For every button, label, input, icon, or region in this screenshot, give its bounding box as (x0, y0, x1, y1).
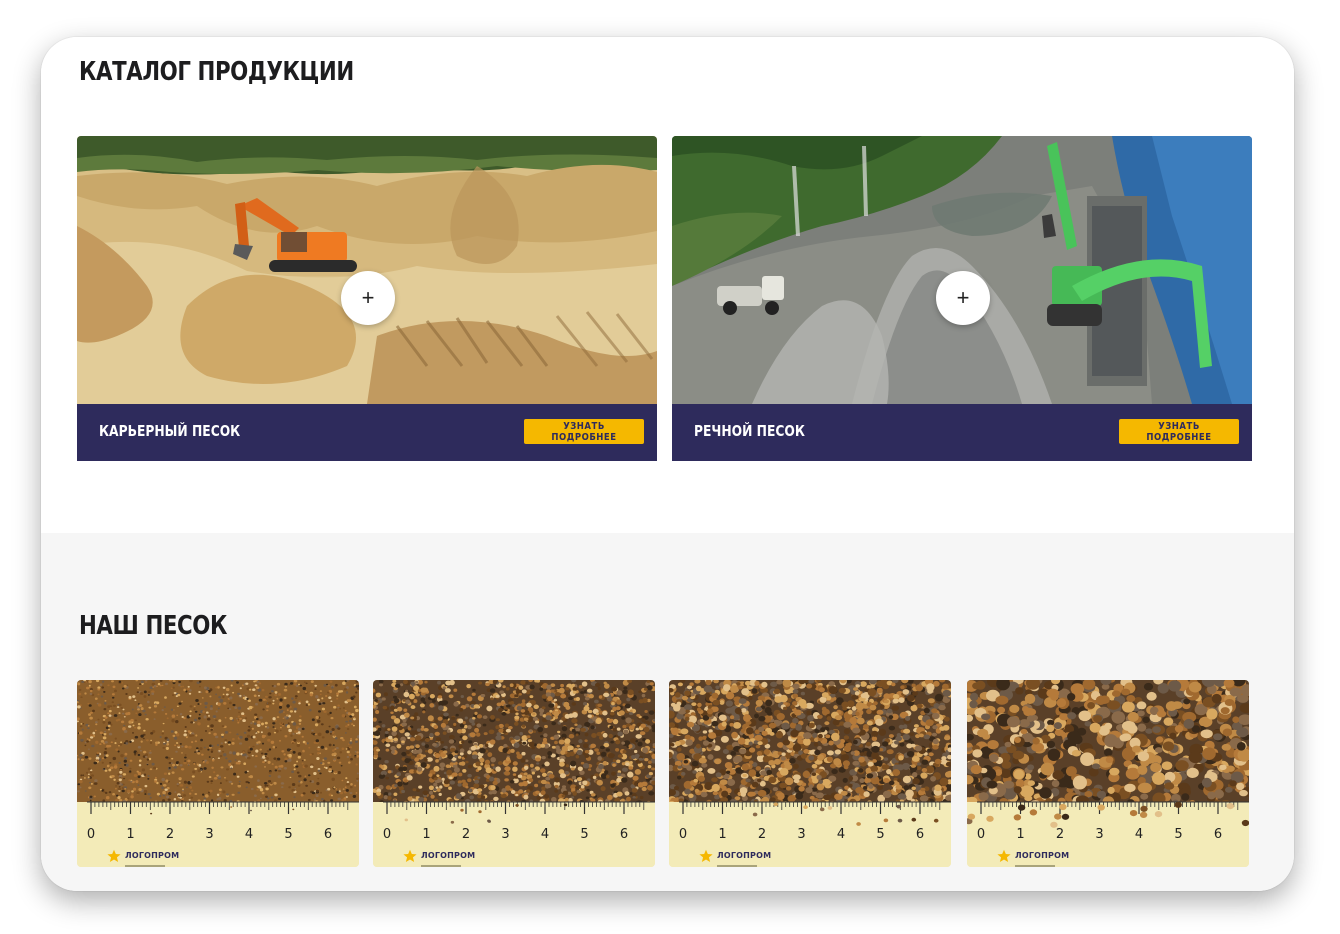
ruler-label: 5 (876, 827, 884, 842)
river-card-name: РЕЧНОЙ ПЕСОК (694, 422, 805, 440)
ruler-label: 6 (916, 827, 924, 842)
ruler-label: 1 (718, 827, 726, 842)
plus-icon: + (361, 285, 375, 310)
star-logo-icon (699, 849, 713, 863)
ruler-label: 5 (580, 827, 588, 842)
product-card-quarry-sand[interactable]: + КАРЬЕРНЫЙ ПЕСОК УЗНАТЬ ПОДРОБНЕЕ (77, 136, 657, 461)
ruler-label: 3 (501, 827, 509, 842)
ruler-label: 2 (1056, 827, 1064, 842)
quarry-more-label: УЗНАТЬ ПОДРОБНЕЕ (551, 420, 617, 443)
ruler-label: 0 (383, 827, 391, 842)
ruler-label: 1 (1016, 827, 1024, 842)
plus-icon: + (956, 285, 970, 310)
quarry-photo: + (77, 136, 657, 404)
catalog-section: КАТАЛОГ ПРОДУКЦИИ + КАРЬЕРНЫЙ ПЕСОК УЗНА… (41, 37, 1294, 533)
ruler-label: 6 (620, 827, 628, 842)
river-photo: + (672, 136, 1252, 404)
ruler-label: 4 (541, 827, 549, 842)
brand-logo: ЛОГОПРОМ (997, 845, 1069, 867)
ruler-label: 4 (837, 827, 845, 842)
ruler-label: 1 (422, 827, 430, 842)
quarry-card-name: КАРЬЕРНЫЙ ПЕСОК (99, 422, 241, 440)
quarry-more-button[interactable]: УЗНАТЬ ПОДРОБНЕЕ (524, 419, 644, 444)
sand-sample-image: 0 1 2 3 4 5 6 (77, 680, 359, 867)
brand-logo: ЛОГОПРОМ (403, 845, 475, 867)
ruler-label: 2 (166, 827, 174, 842)
star-logo-icon (997, 849, 1011, 863)
ruler-label: 0 (977, 827, 985, 842)
sand-sample-image: 0 1 2 3 4 5 6 (669, 680, 951, 867)
sand-sample-image: 0 1 2 3 4 5 6 (373, 680, 655, 867)
brand-name: ЛОГОПРОМ (1015, 851, 1070, 860)
quarry-card-bar: КАРЬЕРНЫЙ ПЕСОК УЗНАТЬ ПОДРОБНЕЕ (77, 404, 657, 461)
ruler-label: 0 (679, 827, 687, 842)
expand-quarry-button[interactable]: + (341, 271, 395, 325)
ruler-label: 6 (1214, 827, 1222, 842)
ruler-label: 3 (797, 827, 805, 842)
ruler-label: 4 (1135, 827, 1143, 842)
ruler-label: 2 (462, 827, 470, 842)
product-card-river-sand[interactable]: + РЕЧНОЙ ПЕСОК УЗНАТЬ ПОДРОБНЕЕ (672, 136, 1252, 461)
ruler-label: 5 (1174, 827, 1182, 842)
river-more-button[interactable]: УЗНАТЬ ПОДРОБНЕЕ (1119, 419, 1239, 444)
ruler-label: 3 (205, 827, 213, 842)
star-logo-icon (403, 849, 417, 863)
ruler-label: 4 (245, 827, 253, 842)
catalog-title: КАТАЛОГ ПРОДУКЦИИ (79, 57, 354, 87)
brand-name: ЛОГОПРОМ (717, 851, 772, 860)
sand-sample-gravel[interactable]: 0 1 2 3 4 5 6 ЛОГОПРОМ (967, 680, 1249, 867)
page-frame: КАТАЛОГ ПРОДУКЦИИ + КАРЬЕРНЫЙ ПЕСОК УЗНА… (41, 37, 1294, 891)
brand-logo: ЛОГОПРОМ (107, 845, 179, 867)
sand-sample-coarse[interactable]: 0 1 2 3 4 5 6 ЛОГОПРОМ (669, 680, 951, 867)
sand-sample-medium[interactable]: 0 1 2 3 4 5 6 ЛОГОПРОМ (373, 680, 655, 867)
river-more-label: УЗНАТЬ ПОДРОБНЕЕ (1146, 420, 1212, 443)
star-logo-icon (107, 849, 121, 863)
sand-sample-image: 0 1 2 3 4 5 6 (967, 680, 1249, 867)
brand-name: ЛОГОПРОМ (421, 851, 476, 860)
brand-logo: ЛОГОПРОМ (699, 845, 771, 867)
ruler-label: 5 (284, 827, 292, 842)
sand-sample-fine[interactable]: 0 1 2 3 4 5 6 ЛОГОПРОМ (77, 680, 359, 867)
expand-river-button[interactable]: + (936, 271, 990, 325)
sand-title: НАШ ПЕСОК (79, 611, 228, 641)
ruler-label: 2 (758, 827, 766, 842)
ruler-label: 0 (87, 827, 95, 842)
ruler-label: 6 (324, 827, 332, 842)
brand-name: ЛОГОПРОМ (125, 851, 180, 860)
ruler-label: 1 (126, 827, 134, 842)
ruler-label: 3 (1095, 827, 1103, 842)
river-card-bar: РЕЧНОЙ ПЕСОК УЗНАТЬ ПОДРОБНЕЕ (672, 404, 1252, 461)
